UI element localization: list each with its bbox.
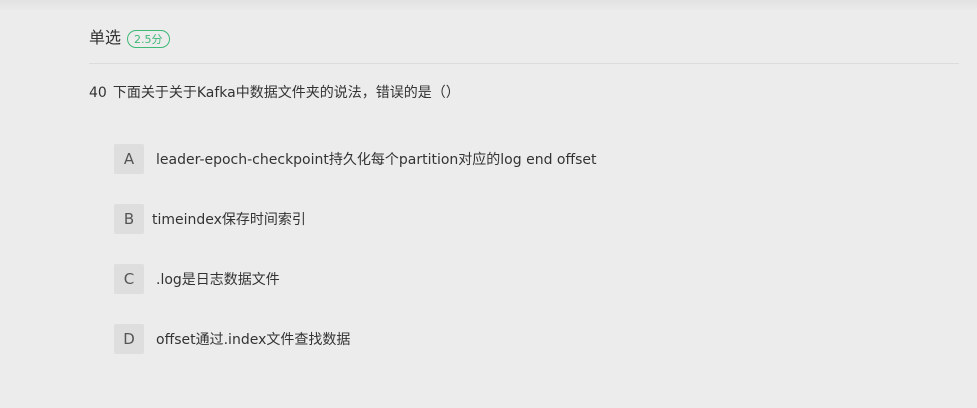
option-letter-a[interactable]: A — [114, 144, 144, 174]
option-text-a[interactable]: leader-epoch-checkpoint持久化每个partition对应的… — [156, 149, 597, 169]
option-text-d[interactable]: offset通过.index文件查找数据 — [156, 329, 350, 349]
option-c[interactable]: C .log是日志数据文件 — [114, 264, 280, 294]
option-letter-d[interactable]: D — [114, 324, 144, 354]
score-badge: 2.5分 — [127, 29, 170, 48]
option-d[interactable]: D offset通过.index文件查找数据 — [114, 324, 350, 354]
quiz-page: 单选 2.5分 40 下面关于关于Kafka中数据文件夹的说法，错误的是（） A … — [0, 0, 977, 408]
question-text: 下面关于关于Kafka中数据文件夹的说法，错误的是（） — [112, 85, 460, 101]
option-b[interactable]: B timeindex保存时间索引 — [114, 204, 306, 234]
question-number: 40 — [89, 85, 107, 101]
question-header: 单选 2.5分 — [89, 27, 170, 49]
option-a[interactable]: A leader-epoch-checkpoint持久化每个partition对… — [114, 144, 597, 174]
option-letter-b[interactable]: B — [114, 204, 144, 234]
option-letter-c[interactable]: C — [114, 264, 144, 294]
option-text-c[interactable]: .log是日志数据文件 — [156, 269, 280, 289]
question-type-label: 单选 — [89, 28, 122, 47]
option-text-b[interactable]: timeindex保存时间索引 — [152, 209, 306, 229]
top-shadow — [0, 0, 977, 12]
header-divider — [89, 63, 959, 64]
question-stem: 40 下面关于关于Kafka中数据文件夹的说法，错误的是（） — [89, 83, 460, 103]
